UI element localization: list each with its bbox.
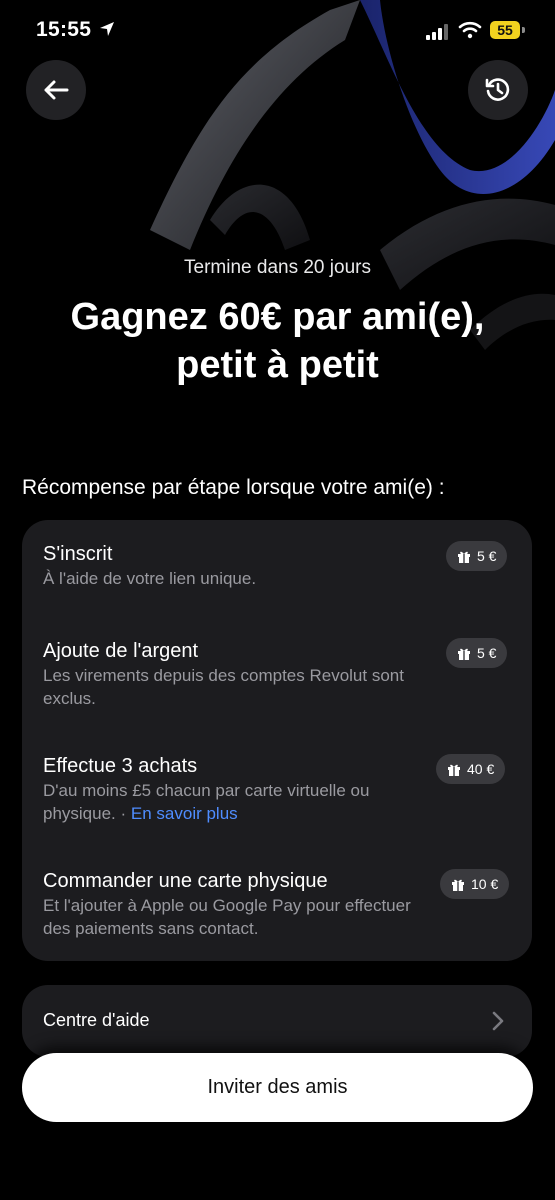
cellular-signal-icon (426, 24, 448, 40)
rewards-card: S'inscrit À l'aide de votre lien unique.… (22, 520, 532, 961)
arrow-left-icon (44, 80, 69, 100)
help-center-label: Centre d'aide (43, 1010, 150, 1030)
step-description: D'au moins £5 chacun par carte virtuelle… (43, 779, 408, 825)
reward-badge: 10 € (440, 869, 510, 899)
help-center-row[interactable]: Centre d'aide (22, 985, 532, 1057)
location-arrow-icon (100, 22, 114, 36)
back-button[interactable] (26, 60, 86, 120)
reward-amount: 40 € (467, 761, 495, 777)
step-description: Et l'ajouter à Apple ou Google Pay pour … (43, 896, 411, 938)
hero-title-line-2: petit à petit (176, 344, 379, 386)
reward-amount: 5 € (477, 645, 497, 661)
step-description: À l'aide de votre lien unique. (43, 569, 257, 588)
step-description: Les virements depuis des comptes Revolut… (43, 666, 404, 708)
step-title: Ajoute de l'argent (43, 640, 199, 662)
status-time: 15:55 (36, 18, 92, 41)
gift-icon (452, 879, 464, 891)
battery-tip (522, 27, 525, 33)
reward-amount: 10 € (471, 876, 499, 892)
chevron-right-icon (492, 1011, 504, 1031)
gift-icon (458, 648, 470, 660)
section-label: Récompense par étape lorsque votre ami(e… (22, 476, 445, 499)
hero-title-line-1: Gagnez 60€ par ami(e), (70, 296, 485, 338)
reward-amount: 5 € (477, 548, 497, 564)
reward-badge: 40 € (436, 754, 506, 784)
battery-indicator: 55 (490, 21, 520, 39)
gift-icon (448, 764, 460, 776)
hero-title: Gagnez 60€ par ami(e), petit à petit (20, 293, 535, 389)
screen: 15:55 55 Termine dans 20 jours Gagnez 60… (0, 0, 555, 1200)
learn-more-link[interactable]: En savoir plus (131, 804, 238, 823)
reward-badge: 5 € (446, 541, 508, 571)
step-title: S'inscrit (43, 543, 113, 565)
gift-icon (458, 551, 470, 563)
wifi-icon (458, 21, 482, 39)
invite-friends-button[interactable]: Inviter des amis (22, 1053, 533, 1122)
step-add-money: Ajoute de l'argent Les virements depuis … (43, 638, 513, 710)
status-bar: 15:55 55 (0, 0, 555, 62)
history-button[interactable] (468, 60, 528, 120)
ribbon-decoration (150, 0, 555, 350)
history-clock-icon (485, 78, 510, 101)
link-separator: · (115, 804, 131, 823)
hero-subtitle: Termine dans 20 jours (184, 257, 371, 278)
step-signup: S'inscrit À l'aide de votre lien unique. (43, 541, 513, 590)
reward-badge: 5 € (446, 638, 508, 668)
